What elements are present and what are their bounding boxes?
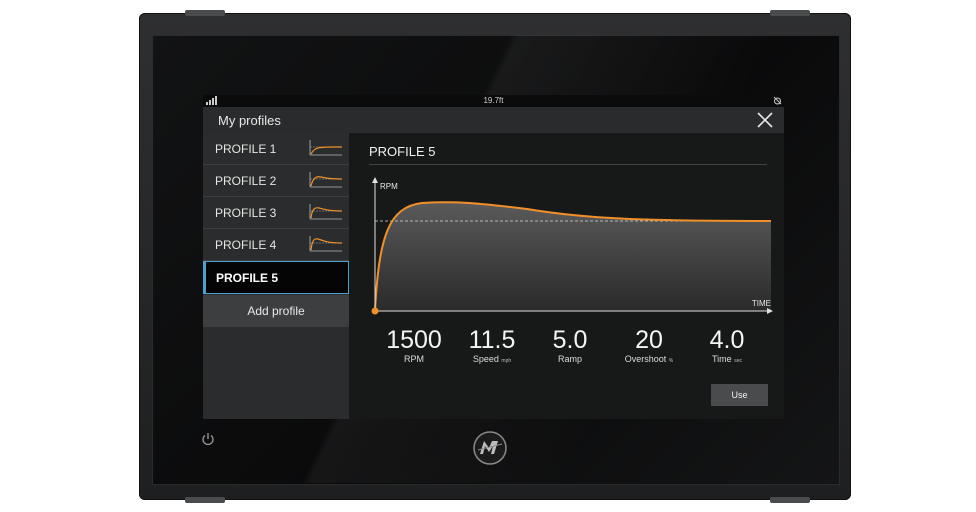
stat-label-text: Time (712, 354, 732, 364)
profile-item-label: PROFILE 5 (216, 271, 279, 285)
profile-item-label: PROFILE 2 (215, 174, 277, 188)
display-screen: 19.7ft My profiles PROFILE 1 PROFILE 2 P… (203, 95, 784, 419)
stat-label: RPM (374, 354, 454, 364)
stat-label-text: Overshoot (624, 354, 667, 364)
profile-list: PROFILE 1 PROFILE 2 PROFILE 3 PROFILE 4 … (203, 133, 349, 419)
stat-label: Speed mph (452, 354, 532, 364)
profile-curve-icon (309, 172, 343, 188)
stat-label-text: RPM (404, 354, 424, 364)
add-profile-button[interactable]: Add profile (203, 295, 349, 327)
origin-dot (371, 307, 379, 315)
dialog-title: My profiles (218, 113, 281, 128)
stat-unit: mph (501, 358, 512, 364)
profile-item-label: PROFILE 3 (215, 206, 277, 220)
profile-item-2[interactable]: PROFILE 2 (203, 165, 349, 197)
depth-readout: 19.7ft (483, 96, 504, 105)
y-axis-arrow (372, 177, 378, 183)
stat-overshoot: 20 Overshoot % (609, 327, 689, 364)
stat-ramp: 5.0 Ramp (530, 327, 610, 364)
stat-unit: sec (734, 358, 742, 364)
bezel-clip (185, 10, 225, 16)
stat-time: 4.0 Time sec (687, 327, 767, 364)
y-axis-label: RPM (380, 182, 398, 191)
use-button[interactable]: Use (711, 384, 768, 406)
profile-item-label: PROFILE 1 (215, 142, 277, 156)
stat-value: 4.0 (709, 326, 745, 354)
bezel-clip (185, 497, 225, 503)
profile-item-5[interactable]: PROFILE 5 (203, 261, 349, 294)
power-icon[interactable] (201, 432, 215, 446)
bezel-clip (770, 10, 810, 16)
close-icon[interactable] (756, 111, 774, 129)
stat-rpm: 1500 RPM (374, 327, 454, 364)
gps-icon (773, 96, 782, 105)
stat-value: 11.5 (468, 326, 516, 354)
stat-speed: 11.5 Speed mph (452, 327, 532, 364)
stat-value: 1500 (386, 326, 442, 354)
status-bar: 19.7ft (203, 95, 784, 107)
profile-detail: PROFILE 5 RPM TIME 1500 RPM 11.5 Speed m… (349, 133, 784, 419)
profile-detail-title: PROFILE 5 (369, 144, 436, 159)
stat-value: 20 (635, 326, 663, 354)
stat-label: Ramp (530, 354, 610, 364)
profile-item-1[interactable]: PROFILE 1 (203, 133, 349, 165)
dialog-titlebar: My profiles (203, 107, 784, 133)
stat-label-text: Ramp (557, 354, 582, 364)
profile-curve-icon (309, 140, 343, 156)
bezel-clip (770, 497, 810, 503)
profile-item-3[interactable]: PROFILE 3 (203, 197, 349, 229)
profile-curve-icon (309, 204, 343, 220)
curve-area (375, 202, 771, 311)
profile-curve-icon (309, 236, 343, 252)
profile-item-label: PROFILE 4 (215, 238, 277, 252)
mercury-logo-icon (473, 431, 507, 465)
title-divider (369, 164, 767, 165)
stat-value: 5.0 (552, 326, 588, 354)
x-axis-label: TIME (752, 299, 771, 308)
stat-label-text: Speed (472, 354, 499, 364)
profile-item-4[interactable]: PROFILE 4 (203, 229, 349, 261)
rpm-time-chart: RPM TIME (371, 177, 773, 315)
stat-label: Time sec (687, 354, 767, 364)
stat-label: Overshoot % (609, 354, 689, 364)
stat-unit: % (668, 358, 674, 364)
